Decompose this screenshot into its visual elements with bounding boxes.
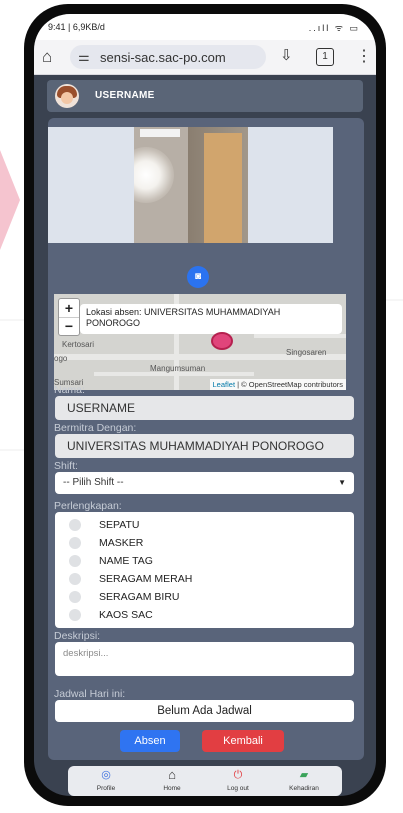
nav-logout[interactable]: ⏻ Log out [208, 766, 268, 796]
browser-home-icon[interactable]: ⌂ [42, 47, 52, 67]
checkbox-icon [69, 591, 81, 603]
browser-toolbar: ⌂ ⚌ sensi-sac.sac-po.com ⇩ 1 ⋮ [34, 40, 376, 75]
leaflet-link[interactable]: Leaflet [213, 380, 236, 389]
nama-label: Nama: [54, 384, 85, 396]
map-label: ogo [54, 354, 68, 363]
nama-field[interactable]: USERNAME [55, 396, 354, 420]
jadwal-label: Jadwal Hari ini: [54, 688, 126, 700]
checkbox-icon [69, 573, 81, 585]
zoom-out-button[interactable]: − [59, 317, 79, 335]
nav-label: Home [163, 785, 181, 792]
captured-photo [134, 127, 248, 243]
osm-attribution: | © OpenStreetMap contributors [235, 380, 343, 389]
download-icon[interactable]: ⇩ [280, 46, 293, 64]
power-icon: ⏻ [233, 769, 243, 781]
shift-selected-value: -- Pilih Shift -- [63, 477, 124, 488]
signal-icon: ..ıll ᯤ ▭ [308, 23, 360, 33]
kembali-button[interactable]: Kembali [202, 730, 284, 752]
perlengkapan-checklist: SEPATU MASKER NAME TAG SERAGAM MERAH SER… [55, 512, 354, 628]
browser-menu-icon[interactable]: ⋮ [356, 46, 372, 66]
mitra-label: Bermitra Dengan: [54, 422, 137, 434]
nav-home[interactable]: ⌂ Home [142, 766, 202, 796]
map-attribution: Leaflet | © OpenStreetMap contributors [209, 379, 346, 390]
nav-label: Log out [227, 785, 249, 792]
deskripsi-textarea[interactable]: deskripsi... [55, 642, 354, 676]
map-label: Kertosari [62, 340, 95, 349]
zoom-in-button[interactable]: + [59, 299, 79, 318]
checkbox-label: KAOS SAC [99, 609, 153, 621]
tab-count-button[interactable]: 1 [316, 48, 334, 66]
camera-icon: ◙ [194, 271, 202, 282]
chevron-down-icon: ▼ [338, 478, 346, 487]
phone-screen: 9:41 | 6,9KB/d ..ıll ᯤ ▭ ⌂ ⚌ sensi-sac.s… [34, 14, 376, 796]
attendance-icon: ▰ [299, 769, 309, 781]
checkbox-icon [69, 555, 81, 567]
deskripsi-label: Deskripsi: [54, 630, 101, 642]
site-settings-icon[interactable]: ⚌ [78, 49, 90, 65]
absen-button[interactable]: Absen [120, 730, 180, 752]
bottom-nav: ◎ Profile ⌂ Home ⏻ Log out ▰ Kehadiran [68, 766, 342, 796]
mitra-field[interactable]: UNIVERSITAS MUHAMMADIYAH PONOROGO [55, 434, 354, 458]
location-map[interactable]: Kertosari Mangumsuman Singosaren Sumsari… [54, 294, 346, 390]
shift-label: Shift: [54, 460, 78, 472]
checkbox-label: SERAGAM BIRU [99, 591, 180, 603]
checkbox-label: MASKER [99, 537, 144, 549]
header-username: USERNAME [95, 90, 155, 101]
checkbox-icon [69, 537, 81, 549]
profile-icon: ◎ [101, 769, 111, 781]
address-bar[interactable]: ⚌ sensi-sac.sac-po.com [70, 45, 266, 69]
home-icon: ⌂ [168, 767, 176, 782]
perlengkapan-label: Perlengkapan: [54, 500, 122, 512]
checkbox-icon [69, 609, 81, 621]
map-label: Singosaren [286, 348, 327, 357]
nav-profile[interactable]: ◎ Profile [76, 766, 136, 796]
map-zoom-control: + − [58, 298, 80, 336]
checkbox-label: SERAGAM MERAH [99, 573, 193, 585]
camera-button[interactable]: ◙ [187, 266, 209, 288]
status-bar: 9:41 | 6,9KB/d ..ıll ᯤ ▭ [34, 14, 376, 40]
status-time: 9:41 | 6,9KB/d [48, 22, 105, 32]
jadwal-value: Belum Ada Jadwal [55, 700, 354, 722]
location-pin-icon[interactable] [211, 332, 233, 350]
avatar[interactable] [55, 84, 79, 108]
checkbox-label: SEPATU [99, 519, 140, 531]
map-popup: Lokasi absen: UNIVERSITAS MUHAMMADIYAH P… [80, 304, 342, 334]
nav-label: Kehadiran [289, 785, 319, 792]
shift-select[interactable]: -- Pilih Shift -- ▼ [55, 472, 354, 494]
nav-kehadiran[interactable]: ▰ Kehadiran [274, 766, 334, 796]
url-text: sensi-sac.sac-po.com [100, 50, 226, 65]
checkbox-icon [69, 519, 81, 531]
camera-photo-preview [48, 127, 333, 243]
nav-label: Profile [96, 785, 116, 792]
map-label: Mangumsuman [150, 364, 206, 373]
phone-frame: 9:41 | 6,9KB/d ..ıll ᯤ ▭ ⌂ ⚌ sensi-sac.s… [24, 4, 386, 806]
user-header: USERNAME [47, 80, 363, 112]
checkbox-label: NAME TAG [99, 555, 153, 567]
